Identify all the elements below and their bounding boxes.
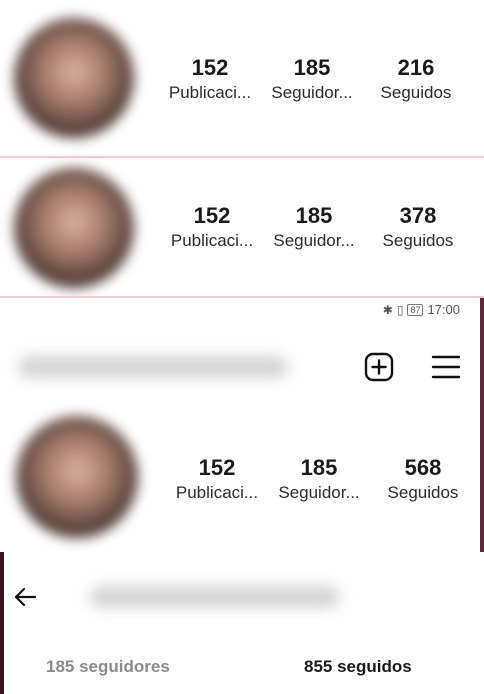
username-blurred: [90, 586, 340, 608]
followers-label: Seguidor...: [278, 483, 360, 502]
following-count: 216: [397, 55, 435, 80]
following-stat[interactable]: 378 Seguidos: [366, 202, 470, 252]
following-label: Seguidos: [380, 83, 452, 102]
posts-count: 152: [193, 203, 231, 228]
tab-followers[interactable]: 185 seguidores: [46, 656, 170, 678]
following-count: 568: [404, 455, 442, 480]
profile-panel-3: ✱ ▯ 87 17:00 152 Publicaci... 185 Seguid…: [0, 298, 484, 552]
posts-label: Publicaci...: [170, 231, 254, 250]
following-stat[interactable]: 216 Seguidos: [364, 54, 468, 104]
hamburger-svg: [431, 355, 461, 379]
bluetooth-icon: ✱: [382, 302, 393, 317]
profile-avatar[interactable]: [14, 168, 134, 288]
posts-label: Publicaci...: [168, 83, 252, 102]
battery-icon: 87: [407, 303, 424, 316]
profile-stats: 152 Publicaci... 185 Seguidor... 568 Seg…: [167, 454, 475, 504]
following-stat[interactable]: 568 Seguidos: [371, 454, 475, 504]
profile-avatar[interactable]: [14, 18, 134, 138]
back-arrow-svg: [14, 587, 37, 607]
profile-panel-2: 152 Publicaci... 185 Seguidor... 378 Seg…: [0, 158, 484, 298]
follow-list-panel: 185 seguidores 855 seguidos: [0, 552, 484, 694]
profile-stats: 152 Publicaci... 185 Seguidor... 378 Seg…: [162, 202, 470, 252]
tab-following[interactable]: 855 seguidos: [304, 656, 412, 678]
status-bar: ✱ ▯ 87 17:00: [383, 302, 460, 317]
following-count: 378: [399, 203, 437, 228]
posts-count: 152: [191, 55, 229, 80]
following-label: Seguidos: [382, 231, 454, 250]
profile-stats: 152 Publicaci... 185 Seguidor... 216 Seg…: [160, 54, 468, 104]
vibrate-icon: ▯: [396, 302, 404, 317]
posts-label: Publicaci...: [175, 483, 259, 502]
following-label: Seguidos: [387, 483, 459, 502]
posts-stat[interactable]: 152 Publicaci...: [162, 202, 262, 252]
posts-count: 152: [198, 455, 236, 480]
arrow-left-icon[interactable]: [10, 582, 40, 612]
profile-avatar[interactable]: [16, 416, 138, 538]
clock: 17:00: [427, 302, 460, 317]
add-square-icon[interactable]: [362, 350, 396, 384]
hamburger-menu-icon[interactable]: [428, 350, 464, 384]
followers-count: 185: [300, 455, 338, 480]
followers-count: 185: [295, 203, 333, 228]
posts-stat[interactable]: 152 Publicaci...: [160, 54, 260, 104]
profile-panel-1: 152 Publicaci... 185 Seguidor... 216 Seg…: [0, 0, 484, 158]
followers-stat[interactable]: 185 Seguidor...: [267, 454, 371, 504]
followers-stat[interactable]: 185 Seguidor...: [260, 54, 364, 104]
username-blurred: [18, 356, 288, 378]
screenshot-collage: 152 Publicaci... 185 Seguidor... 216 Seg…: [0, 0, 484, 694]
followers-label: Seguidor...: [273, 231, 355, 250]
followers-stat[interactable]: 185 Seguidor...: [262, 202, 366, 252]
followers-label: Seguidor...: [271, 83, 353, 102]
posts-stat[interactable]: 152 Publicaci...: [167, 454, 267, 504]
followers-count: 185: [293, 55, 331, 80]
add-square-svg: [364, 352, 394, 382]
